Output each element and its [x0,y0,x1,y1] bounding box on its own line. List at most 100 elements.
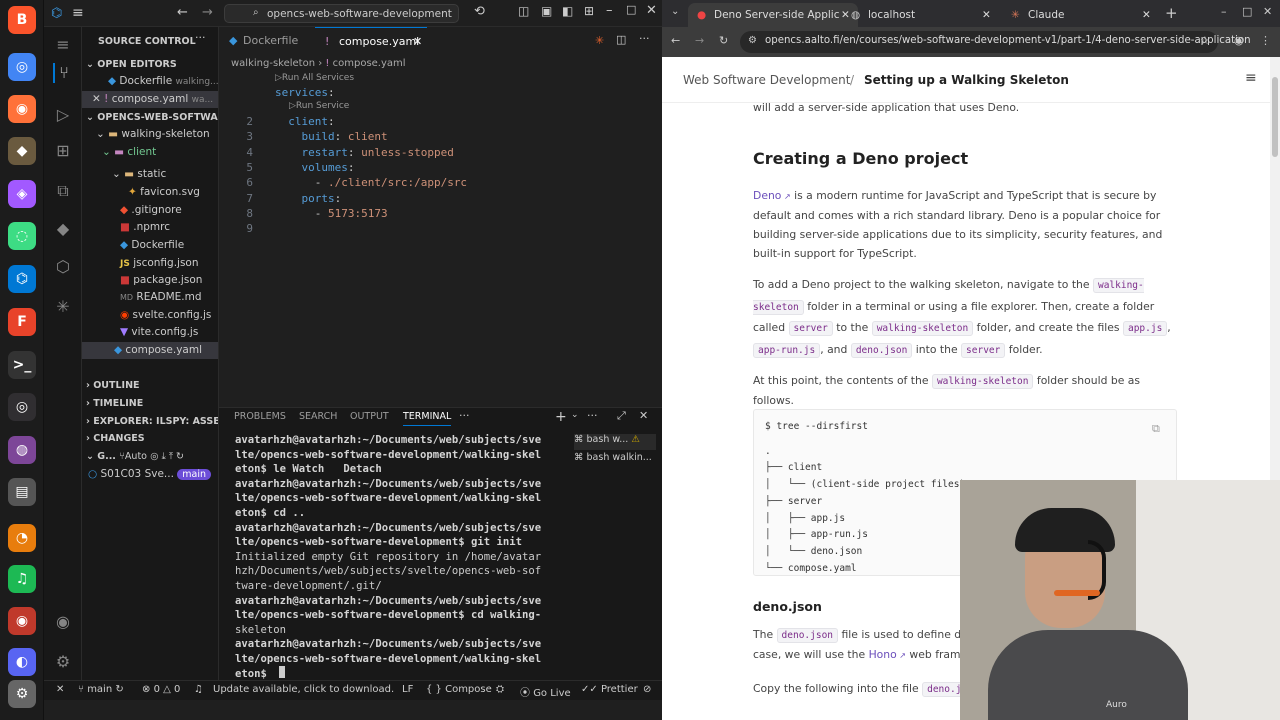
open-editors-section[interactable]: ⌄ OPEN EDITORS [82,56,218,73]
extensions-icon[interactable]: ⊞ [53,141,73,161]
menu-icon[interactable]: ≡ [1245,70,1257,86]
close-icon[interactable]: ✕ [92,93,104,105]
eye-icon[interactable]: ◉ [8,607,36,635]
tab-dockerfile[interactable]: ◆ Dockerfile [219,27,315,55]
tab-terminal[interactable]: TERMINAL [403,411,452,426]
layout-secondary-icon[interactable]: ◧ [562,4,573,18]
ai-icon[interactable]: ✳ [53,297,73,317]
forward-arrow-icon[interactable]: → [695,34,704,47]
settings-icon[interactable]: ⚙ [8,680,36,708]
prettier-button[interactable]: ✓✓ Prettier [581,684,638,695]
chrome-icon[interactable]: ◎ [8,53,36,81]
file-item[interactable]: ◆ Dockerfile [82,237,218,254]
ilspy-section[interactable]: › EXPLORER: ILSPY: ASSEM... [82,413,218,430]
menu-icon[interactable]: ≡ [53,35,73,55]
terminal-list-item[interactable]: ⌘ bash w... ⚠ [574,434,656,450]
run-debug-icon[interactable]: ▷ [53,105,73,125]
back-arrow-icon[interactable]: ← [671,34,680,47]
file-item[interactable]: MD README.md [82,289,218,306]
blender-icon[interactable]: ◔ [8,524,36,552]
folder-item[interactable]: ⌄ ▬ static [82,166,218,183]
new-tab-icon[interactable]: + [1165,4,1178,22]
notification-icon[interactable]: ⊘ [643,684,651,695]
code-line[interactable]: 5 volumes: [233,160,354,175]
scrollbar-thumb[interactable] [1272,77,1278,157]
tab-search-icon[interactable]: ⌄ [671,6,679,17]
menu-icon[interactable]: ≡ [72,5,84,21]
tor-icon[interactable]: ◍ [8,436,36,464]
new-terminal-icon[interactable]: + [555,409,567,425]
eol-indicator[interactable]: LF [402,684,413,695]
browser-tab-localhost[interactable]: ◍ localhost ✕ [842,3,1000,27]
terminal-output[interactable]: avatarhzh@avatarhzh:~/Documents/web/subj… [219,432,564,682]
remote-icon[interactable]: ✕ [56,684,64,695]
outline-section[interactable]: › OUTLINE [82,377,218,394]
foxit-icon[interactable]: F [8,308,36,336]
maximize-panel-icon[interactable]: ⤢ [617,409,626,423]
terminal-icon[interactable]: >_ [8,351,36,379]
code-line[interactable]: 7 ports: [233,191,341,206]
hono-link[interactable]: Hono [869,648,897,661]
graph-actions-icon[interactable]: ◎ ⤓ ⤒ ↻ [150,451,184,462]
layout-sidebar-icon[interactable]: ◫ [518,4,529,18]
language-indicator[interactable]: { } Compose [426,684,492,695]
tab-output[interactable]: OUTPUT [350,411,389,422]
vscode-icon[interactable]: ⌬ [8,265,36,293]
browser-tab-deno[interactable]: ● Deno Server-side Applic ✕ [688,3,858,27]
discord-icon[interactable]: ◐ [8,648,36,676]
gimp-icon[interactable]: ◆ [8,137,36,165]
breadcrumb-folder[interactable]: walking-skeleton [231,58,315,69]
profile-icon[interactable]: ◉ [1234,34,1244,47]
open-editor-item[interactable]: ✕ ! compose.yaml wa... [82,91,218,108]
tab-compose[interactable]: ! compose.yaml ✕ [315,27,427,55]
tab-search[interactable]: SEARCH [299,411,337,422]
close-window-icon[interactable]: ✕ [1263,5,1272,18]
file-item[interactable]: ◆ .gitignore [82,202,218,219]
folder-item[interactable]: ⌄ ▬ walking-skeleton [82,126,218,143]
copy-icon[interactable]: ⧉ [1152,422,1160,436]
source-control-icon[interactable]: ⑂ [53,63,73,83]
chevron-down-icon[interactable]: ⌄ [571,410,579,420]
go-live-button[interactable]: ⦿ Go Live [520,684,571,699]
code-line[interactable]: 9 [233,221,275,236]
changes-section[interactable]: › CHANGES [82,430,218,447]
forward-arrow-icon[interactable]: → [202,5,213,20]
reload-icon[interactable]: ↻ [719,34,728,47]
account-icon[interactable]: ◉ [53,612,73,632]
close-icon[interactable]: ✕ [982,3,991,27]
firefox-icon[interactable]: ◉ [8,95,36,123]
files-icon[interactable]: ▤ [8,478,36,506]
browser-tab-claude[interactable]: ✳ Claude ✕ [1002,3,1160,27]
docker-icon[interactable]: ◆ [53,219,73,239]
site-info-icon[interactable]: ⚙ [748,35,757,46]
minimize-icon[interactable]: – [1221,5,1227,18]
course-link[interactable]: Web Software Development [683,73,850,87]
command-center-search[interactable]: ⌕ opencs-web-software-development [224,4,459,23]
file-item[interactable]: ◉ svelte.config.js [82,307,218,324]
file-item[interactable]: ✦ favicon.svg [82,184,218,201]
spotify-icon[interactable]: ♫ [8,565,36,593]
layout-customize-icon[interactable]: ⊞ [584,4,594,18]
bookmark-star-icon[interactable]: ☆ [1200,34,1210,47]
container-icon[interactable]: ⬡ [53,257,73,277]
file-item[interactable]: ◆ compose.yaml [82,342,218,359]
brave-icon[interactable]: B [8,6,36,34]
maximize-icon[interactable]: □ [1242,5,1252,18]
url-bar[interactable]: ⚙ opencs.aalto.fi/en/courses/web-softwar… [740,31,1251,53]
obs-icon[interactable]: ◎ [8,393,36,421]
more-actions-icon[interactable]: ··· [195,31,206,44]
copilot-icon[interactable]: ⟲ [474,4,485,19]
code-line[interactable]: 3 build: client [233,129,387,144]
android-studio-icon[interactable]: ◌ [8,222,36,250]
code-line[interactable]: 2 client: [233,114,334,129]
code-line[interactable]: 6 - ./client/src:/app/src [233,175,467,190]
close-icon[interactable]: ✕ [1142,3,1151,27]
file-item[interactable]: ▼ vite.config.js [82,324,218,341]
ai-sparkle-icon[interactable]: ✳ [595,34,604,47]
bell-icon[interactable]: ♫ [194,684,203,695]
file-item[interactable]: ■ package.json [82,272,218,289]
code-line-1[interactable]: services: [233,85,335,100]
file-item[interactable]: JS jsconfig.json [82,255,218,272]
copilot-icon[interactable]: ⛭ [496,684,504,695]
browser-menu-icon[interactable]: ⋮ [1260,34,1271,47]
